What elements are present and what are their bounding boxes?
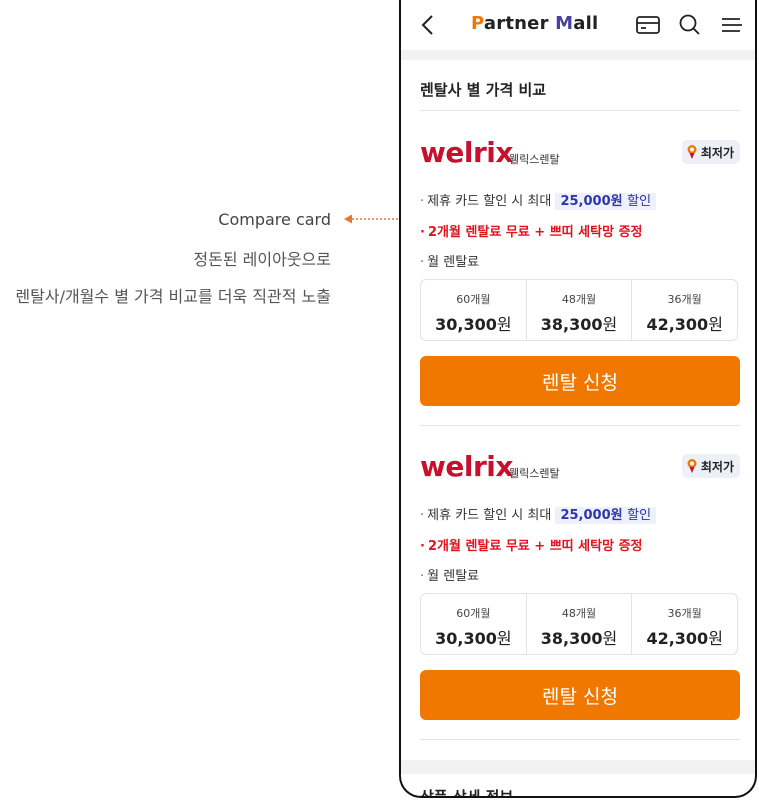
price-option[interactable]: 36개월 42,300원: [632, 594, 737, 654]
card-promo: · 2개월 렌탈료 무료 + 쁘띠 세탁망 증정: [420, 225, 643, 240]
brand-name: 웰릭스렌탈: [509, 153, 560, 166]
award-icon: [687, 459, 697, 473]
card-benefit: · 제휴 카드 할인 시 최대 25,000원 할인: [420, 504, 657, 524]
price-option[interactable]: 60개월 30,300원: [421, 594, 527, 654]
price-option[interactable]: 48개월 38,300원: [527, 280, 633, 340]
divider: [420, 739, 740, 740]
price-option[interactable]: 36개월 42,300원: [632, 280, 737, 340]
brand-name: 웰릭스렌탈: [509, 467, 560, 480]
compare-card: welrix 웰릭스렌탈 최저가 · 제휴 카드 할인 시 최대 25,000원 …: [420, 450, 740, 720]
product-detail-title: 상품 상세 정보: [420, 788, 514, 798]
app-title: Partner Mall: [471, 13, 599, 34]
app-header: Partner Mall: [401, 0, 755, 50]
back-icon[interactable]: [419, 14, 437, 36]
card-icon[interactable]: [635, 13, 661, 37]
section-spacer: [401, 760, 755, 774]
monthly-fee-label: · 월 렌탈료: [420, 255, 480, 270]
rental-apply-button[interactable]: 렌탈 신청: [420, 670, 740, 720]
annotation-title: Compare card: [218, 210, 331, 229]
price-table: 60개월 30,300원 48개월 38,300원 36개월 42,300원: [420, 279, 738, 341]
divider: [420, 425, 740, 426]
monthly-fee-label: · 월 렌탈료: [420, 569, 480, 584]
lowest-price-badge: 최저가: [681, 454, 740, 478]
brand-row: welrix 웰릭스렌탈 최저가: [420, 450, 740, 484]
award-icon: [687, 145, 697, 159]
section-title: 렌탈사 별 가격 비교: [420, 81, 547, 99]
lowest-price-badge: 최저가: [681, 140, 740, 164]
menu-icon[interactable]: [719, 13, 745, 37]
divider: [420, 110, 740, 111]
price-option[interactable]: 60개월 30,300원: [421, 280, 527, 340]
brand-logo: welrix: [420, 450, 513, 483]
annotation-line-1: 정돈된 레이아웃으로: [193, 250, 331, 269]
card-benefit: · 제휴 카드 할인 시 최대 25,000원 할인: [420, 190, 657, 210]
annotation-line-2: 렌탈사/개월수 별 가격 비교를 더욱 직관적 노출: [15, 287, 331, 306]
compare-card: welrix 웰릭스렌탈 최저가 · 제휴 카드 할인 시 최대 25,000원 …: [420, 136, 740, 406]
card-promo: · 2개월 렌탈료 무료 + 쁘띠 세탁망 증정: [420, 539, 643, 554]
brand-logo: welrix: [420, 136, 513, 169]
brand-row: welrix 웰릭스렌탈 최저가: [420, 136, 740, 170]
price-table: 60개월 30,300원 48개월 38,300원 36개월 42,300원: [420, 593, 738, 655]
price-option[interactable]: 48개월 38,300원: [527, 594, 633, 654]
search-icon[interactable]: [677, 13, 703, 37]
section-spacer: [401, 50, 755, 60]
rental-apply-button[interactable]: 렌탈 신청: [420, 356, 740, 406]
phone-frame: Partner Mall 렌탈사 별 가격 비교 welrix 웰릭스렌탈 최저…: [399, 0, 757, 798]
